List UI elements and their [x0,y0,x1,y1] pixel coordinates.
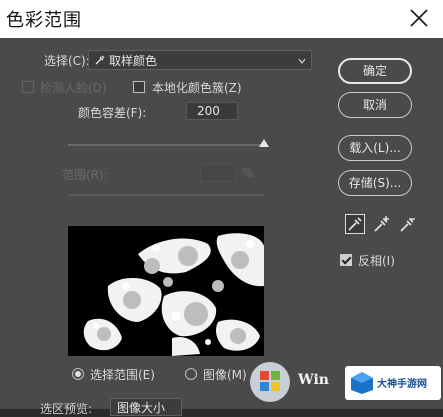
range-unit: % [242,166,254,180]
invert-label: 反相(I) [358,254,395,268]
select-value: 取样颜色 [109,54,158,68]
windows-logo-icon [248,360,298,404]
detect-faces-checkbox[interactable] [22,81,34,93]
selection-radio-label: 选择范围(E) [90,368,155,382]
close-icon[interactable] [407,6,431,30]
invert-checkbox[interactable] [340,254,352,266]
add-to-sample-eyedropper-icon[interactable] [372,214,392,234]
fuzziness-input[interactable]: 200 [186,102,238,120]
site-watermark-text: 大神手游网 [377,379,427,390]
window-title: 色彩范围 [6,10,82,31]
localized-clusters-label: 本地化颜色簇(Z) [152,81,242,95]
fuzziness-label: 颜色容差(F): [78,106,147,120]
site-logo-icon [351,372,373,394]
image-radio[interactable] [185,368,197,380]
eyedropper-icon [94,54,106,69]
fuzziness-slider[interactable] [68,139,269,147]
range-label: 范围(R): [62,168,108,182]
chevron-down-icon [298,54,306,64]
watermark-win-text: Win [298,372,329,388]
image-radio-label: 图像(M) [203,368,247,382]
eyedropper-tool-icon[interactable] [345,214,365,234]
title-bar: 色彩范围 [0,0,443,38]
range-input[interactable] [200,164,236,182]
load-button[interactable]: 载入(L)... [338,135,412,161]
save-button[interactable]: 存储(S)... [338,170,412,196]
subtract-from-sample-eyedropper-icon[interactable] [398,214,418,234]
ok-button[interactable]: 确定 [338,58,412,84]
site-watermark: 大神手游网 [345,366,441,400]
select-dropdown[interactable]: 取样颜色 [88,50,312,70]
flower-mask-image [68,226,264,356]
selection-preview-select[interactable]: 图像大小 [110,398,182,416]
localized-clusters-checkbox[interactable] [133,81,145,93]
selection-preview[interactable] [68,226,264,356]
cancel-button[interactable]: 取消 [338,92,412,118]
fuzziness-slider-thumb[interactable] [259,139,269,147]
selection-radio[interactable] [72,368,84,380]
detect-faces-label: 检测人脸(D) [40,81,107,95]
range-slider[interactable] [68,194,264,196]
select-label: 选择(C): [44,54,90,68]
